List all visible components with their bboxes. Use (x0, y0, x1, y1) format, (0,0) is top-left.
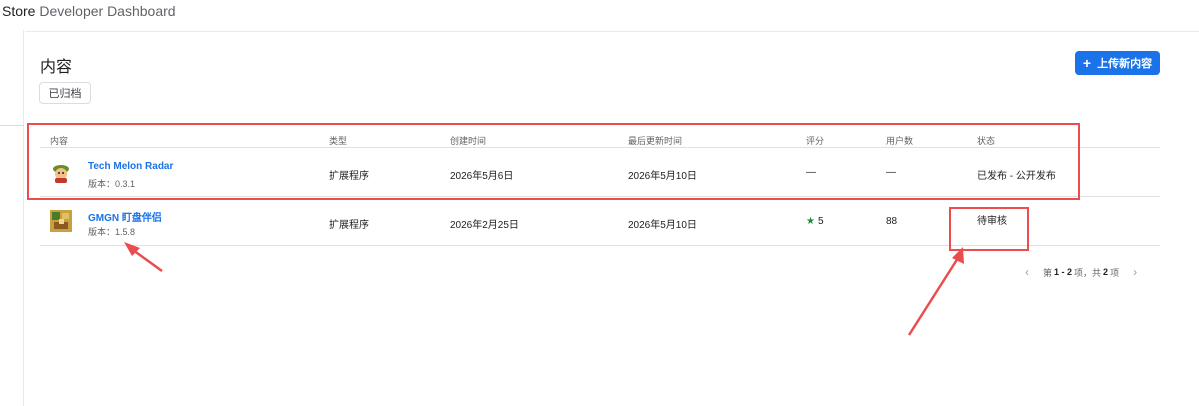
page-title: 内容 (40, 59, 73, 76)
item-users: 88 (886, 216, 898, 227)
upload-new-content-button[interactable]: + 上传新内容 (1075, 51, 1160, 75)
archived-filter-chip[interactable]: 已归档 (39, 82, 91, 104)
brand-title[interactable]: Store Developer Dashboard (2, 3, 176, 19)
highlight-box-header-row (27, 123, 1080, 200)
item-updated: 2026年5月10日 (628, 220, 697, 231)
item-name-link[interactable]: GMGN 盯盘伴侣 (88, 209, 162, 224)
plus-icon: + (1082, 55, 1092, 71)
pagination-total: 2 (1103, 267, 1109, 277)
brand-dashboard: Developer Dashboard (39, 3, 176, 19)
pagination-suffix: 项 (1110, 267, 1120, 278)
top-bar: Store Developer Dashboard (0, 0, 1199, 30)
item-version: 版本：1.5.8 (88, 227, 136, 237)
pagination-range: 1 - 2 (1054, 267, 1073, 277)
pixel-art-icon (50, 210, 72, 232)
pagination: ‹ 第 1 - 2 项，共 2 项 › (1025, 265, 1137, 279)
left-navigation-rail (0, 30, 24, 406)
star-icon: ★ (806, 216, 815, 227)
highlight-box-status (949, 207, 1029, 251)
upload-button-label: 上传新内容 (1097, 58, 1153, 70)
brand-store: Store (2, 3, 36, 19)
item-rating: ★ 5 (806, 216, 824, 227)
rail-divider (0, 125, 24, 126)
pagination-prefix: 第 (1043, 267, 1053, 278)
item-type: 扩展程序 (329, 220, 369, 231)
next-page-icon[interactable]: › (1133, 265, 1137, 279)
item-created: 2026年2月25日 (450, 220, 519, 231)
pagination-mid: 项，共 (1074, 267, 1102, 278)
previous-page-icon[interactable]: ‹ (1025, 265, 1029, 279)
item-rating-value: 5 (817, 216, 824, 227)
